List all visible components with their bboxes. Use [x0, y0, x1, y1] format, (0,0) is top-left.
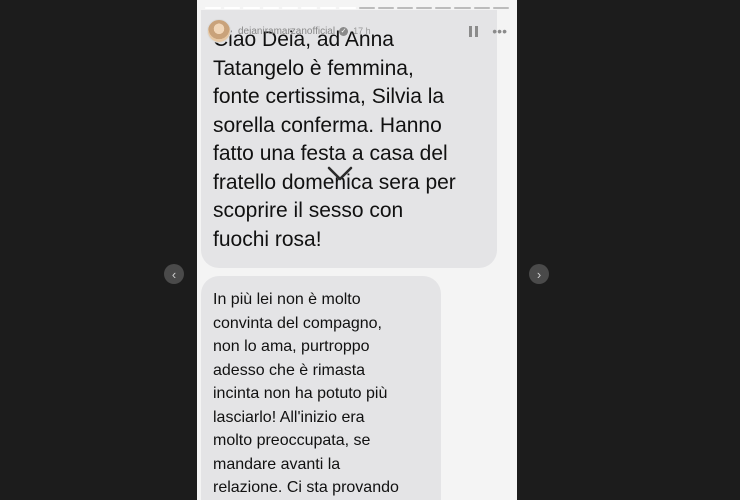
chevron-right-icon: ›	[536, 266, 542, 282]
progress-segment	[396, 7, 414, 9]
progress-segment	[454, 7, 471, 9]
message-line: incinta non ha potuto più	[213, 385, 388, 402]
message-line: lasciarlo! All'inizio era	[213, 408, 365, 426]
chevron-down-icon[interactable]	[327, 165, 353, 183]
progress-segment	[377, 7, 394, 9]
message-line: fonte certissima, Silvia la	[213, 85, 445, 108]
message-line: fuochi rosa!	[213, 227, 322, 251]
progress-segment	[358, 7, 375, 9]
progress-segment	[339, 7, 356, 9]
story-viewer[interactable]: Ciao Deia, ad Anna Tatangelo è femmina, …	[197, 0, 517, 500]
pause-button[interactable]	[469, 25, 479, 37]
message-line: mandare avanti la	[213, 455, 341, 473]
progress-segment	[416, 7, 433, 9]
progress-segment	[300, 7, 318, 9]
message-line: relazione. Ci sta provando	[213, 479, 399, 496]
progress-segment	[262, 7, 279, 9]
message-line: Tatangelo è femmina,	[213, 56, 414, 80]
avatar[interactable]	[207, 19, 231, 43]
message-bubble-2: In più lei non è molto convinta del comp…	[201, 276, 441, 500]
username[interactable]: deianiramarzanofficial	[238, 26, 335, 37]
progress-segment	[435, 7, 452, 9]
progress-segment	[492, 7, 509, 9]
next-story-button[interactable]: ›	[529, 264, 549, 284]
progress-segment	[473, 7, 490, 9]
message-line: In più lei non è molto	[213, 291, 361, 308]
message-line: fatto una festa a casa del	[213, 142, 448, 165]
pause-icon-bar	[475, 25, 479, 37]
story-timestamp: 17 h	[353, 26, 371, 36]
progress-segment	[243, 7, 260, 9]
story-progress-bar	[205, 7, 509, 9]
message-line: fratello domenica sera per	[213, 170, 456, 194]
chevron-left-icon: ‹	[171, 266, 177, 282]
verified-badge-icon: ✓	[339, 26, 349, 36]
pause-icon-bar	[469, 25, 473, 37]
message-line: adesso che è rimasta	[213, 361, 366, 379]
message-line: molto preoccupata, se	[213, 432, 371, 449]
message-line: convinta del compagno,	[213, 314, 382, 332]
message-line: non lo ama, purtroppo	[213, 338, 370, 355]
progress-segment	[320, 7, 337, 9]
progress-segment	[224, 7, 241, 9]
progress-segment	[281, 7, 298, 9]
story-header: deianiramarzanofficial ✓ 17 h •••	[207, 17, 507, 45]
previous-story-button[interactable]: ‹	[164, 264, 184, 284]
message-line: sorella conferma. Hanno	[213, 113, 442, 137]
message-bubble-1: Ciao Deia, ad Anna Tatangelo è femmina, …	[201, 10, 497, 268]
progress-segment	[205, 7, 222, 9]
more-icon[interactable]: •••	[492, 24, 507, 38]
message-line: scoprire il sesso con	[213, 199, 404, 222]
